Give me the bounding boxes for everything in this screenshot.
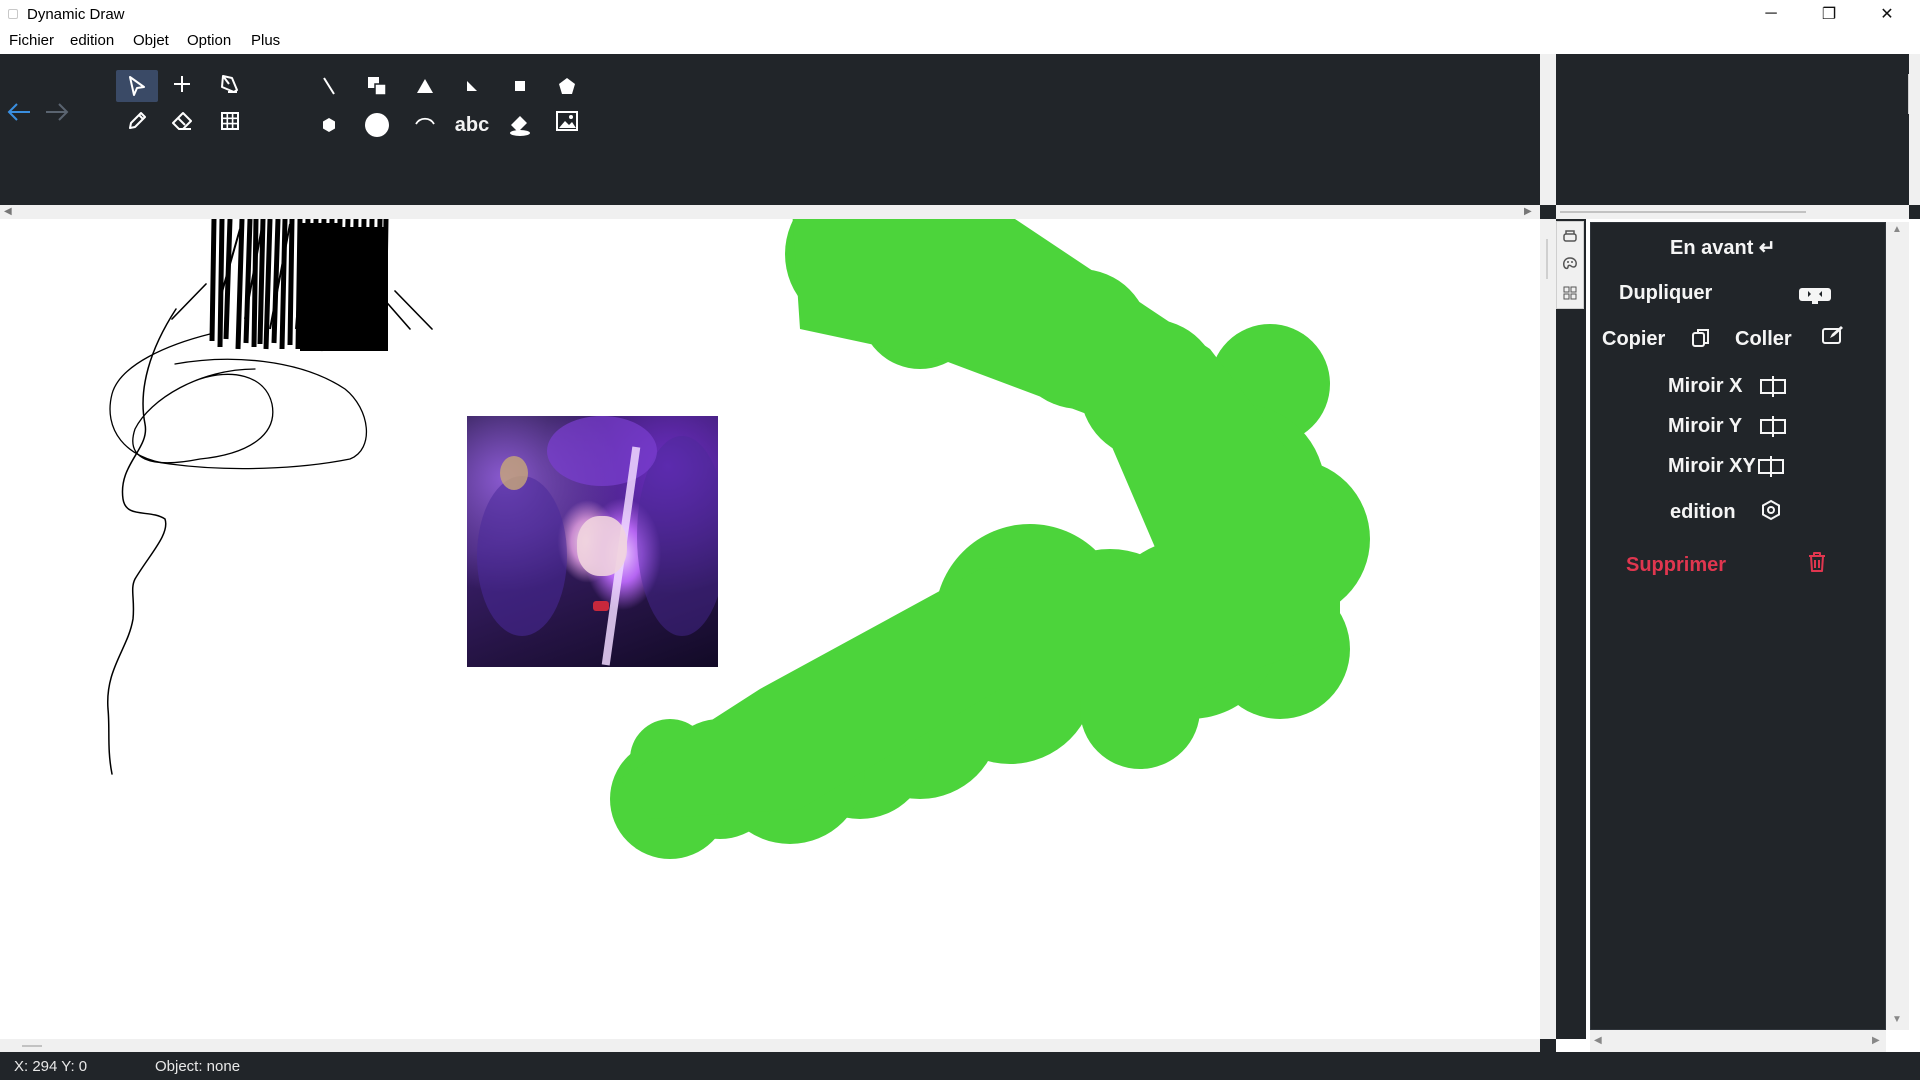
grid-icon bbox=[221, 112, 239, 130]
mirror-y-icon[interactable] bbox=[1758, 413, 1788, 439]
hexagon-gear-icon[interactable] bbox=[1758, 497, 1784, 523]
toolbar: abc bbox=[0, 54, 1549, 205]
line-icon bbox=[323, 77, 335, 95]
paste-edit-icon[interactable] bbox=[1821, 324, 1845, 346]
plus-icon bbox=[174, 76, 190, 92]
pentagon-icon bbox=[559, 78, 575, 94]
pen-nib-icon bbox=[221, 75, 238, 93]
trash-icon[interactable] bbox=[1804, 549, 1830, 575]
right-triangle-tool[interactable] bbox=[451, 70, 493, 102]
menu-bar: Fichier edition Objet Option Plus bbox=[0, 28, 1920, 54]
arc-icon bbox=[415, 117, 435, 125]
duplicate-icon[interactable] bbox=[1798, 283, 1832, 307]
options-area bbox=[1556, 54, 1910, 205]
text-tool[interactable]: abc bbox=[451, 109, 493, 141]
eraser-icon bbox=[172, 112, 192, 130]
rectangles-tool[interactable] bbox=[356, 70, 398, 102]
eraser-tool[interactable] bbox=[161, 105, 203, 137]
cursor-coordinates: X: 294 Y: 0 bbox=[14, 1058, 88, 1075]
drawing-canvas[interactable] bbox=[0, 219, 1540, 1039]
cursor-icon bbox=[129, 76, 145, 96]
mirror-xy-icon[interactable] bbox=[1756, 453, 1786, 479]
selected-object-status: Object: none bbox=[155, 1058, 241, 1075]
close-button[interactable]: ✕ bbox=[1858, 0, 1916, 28]
overlapping-squares-icon bbox=[368, 77, 387, 96]
paste-button[interactable]: Coller bbox=[1735, 328, 1792, 351]
grid-tool[interactable] bbox=[209, 105, 251, 137]
hexagon-icon bbox=[323, 118, 335, 132]
delete-button[interactable]: Supprimer bbox=[1626, 554, 1726, 577]
undo-button[interactable] bbox=[6, 100, 32, 130]
select-tool[interactable] bbox=[116, 70, 158, 102]
ellipse-tool[interactable] bbox=[356, 109, 398, 141]
redo-button[interactable] bbox=[44, 100, 70, 130]
canvas-drawing bbox=[107, 219, 1370, 859]
hexagon-tool[interactable] bbox=[308, 109, 350, 141]
line-tool[interactable] bbox=[308, 70, 350, 102]
toolbar-hscroll[interactable]: ◀ ▶ bbox=[0, 205, 1540, 219]
image-icon bbox=[556, 111, 578, 131]
menu-fichier[interactable]: Fichier bbox=[9, 32, 54, 49]
toolbar-splitter[interactable] bbox=[1540, 54, 1556, 205]
pentagon-tool[interactable] bbox=[546, 70, 588, 102]
black-block bbox=[300, 223, 340, 351]
status-bar: X: 294 Y: 0 Object: none bbox=[0, 1052, 1920, 1080]
printer-icon[interactable] bbox=[1557, 224, 1583, 250]
edit-button[interactable]: edition bbox=[1670, 501, 1736, 524]
menu-option[interactable]: Option bbox=[187, 32, 231, 49]
options-hscroll[interactable] bbox=[1556, 205, 1909, 219]
panel-rail bbox=[1556, 219, 1586, 1039]
palette-icon[interactable] bbox=[1557, 252, 1583, 278]
image-tool[interactable] bbox=[546, 105, 588, 137]
menu-objet[interactable]: Objet bbox=[133, 32, 169, 49]
right-edge-scrollbar[interactable] bbox=[1909, 54, 1920, 219]
character-image[interactable] bbox=[467, 416, 718, 667]
duplicate-button[interactable]: Dupliquer bbox=[1619, 282, 1712, 305]
arc-tool[interactable] bbox=[404, 105, 446, 137]
panel-vscroll[interactable]: ▲ ▼ bbox=[1886, 222, 1909, 1030]
panel-tabs bbox=[1556, 221, 1584, 309]
copy-button[interactable]: Copier bbox=[1602, 328, 1665, 351]
green-brush-stroke bbox=[610, 219, 1370, 859]
right-triangle-icon bbox=[467, 81, 477, 91]
maximize-button[interactable]: ❐ bbox=[1800, 0, 1858, 28]
window-title: Dynamic Draw bbox=[27, 6, 125, 23]
bring-forward-button[interactable]: En avant ↵ bbox=[1670, 235, 1776, 260]
arrow-right-icon bbox=[46, 103, 69, 121]
mirror-x-icon[interactable] bbox=[1758, 373, 1788, 399]
circle-icon bbox=[365, 113, 389, 137]
pencil-tool[interactable] bbox=[116, 105, 158, 137]
node-edit-tool[interactable] bbox=[209, 68, 251, 100]
layers-grid-icon[interactable] bbox=[1557, 280, 1583, 306]
arrow-left-icon bbox=[7, 103, 30, 121]
canvas-hscroll[interactable] bbox=[0, 1039, 1540, 1052]
paint-bucket-icon bbox=[510, 116, 530, 136]
title-bar: Dynamic Draw ─ ❐ ✕ bbox=[0, 0, 1920, 28]
add-point-tool[interactable] bbox=[161, 68, 203, 100]
pencil-icon bbox=[129, 112, 146, 129]
minimize-button[interactable]: ─ bbox=[1742, 0, 1800, 28]
menu-edition[interactable]: edition bbox=[70, 32, 114, 49]
square-tool[interactable] bbox=[499, 70, 541, 102]
properties-panel: En avant ↵ Dupliquer Copier Coller Miroi… bbox=[1590, 222, 1886, 1030]
menu-plus[interactable]: Plus bbox=[251, 32, 280, 49]
mirror-xy-button[interactable]: Miroir XY bbox=[1668, 455, 1756, 478]
mirror-x-button[interactable]: Miroir X bbox=[1668, 375, 1742, 398]
mirror-y-button[interactable]: Miroir Y bbox=[1668, 415, 1742, 438]
canvas-splitter[interactable] bbox=[1540, 219, 1556, 1039]
triangle-icon bbox=[417, 79, 433, 93]
panel-hscroll[interactable]: ◀ ▶ bbox=[1590, 1030, 1886, 1052]
app-window: Dynamic Draw ─ ❐ ✕ Fichier edition Objet… bbox=[0, 0, 1920, 1080]
fill-tool[interactable] bbox=[499, 109, 541, 141]
copy-icon[interactable] bbox=[1690, 326, 1712, 350]
black-scribble bbox=[107, 283, 433, 775]
app-icon bbox=[8, 9, 18, 19]
square-icon bbox=[515, 81, 525, 91]
triangle-tool[interactable] bbox=[404, 70, 446, 102]
